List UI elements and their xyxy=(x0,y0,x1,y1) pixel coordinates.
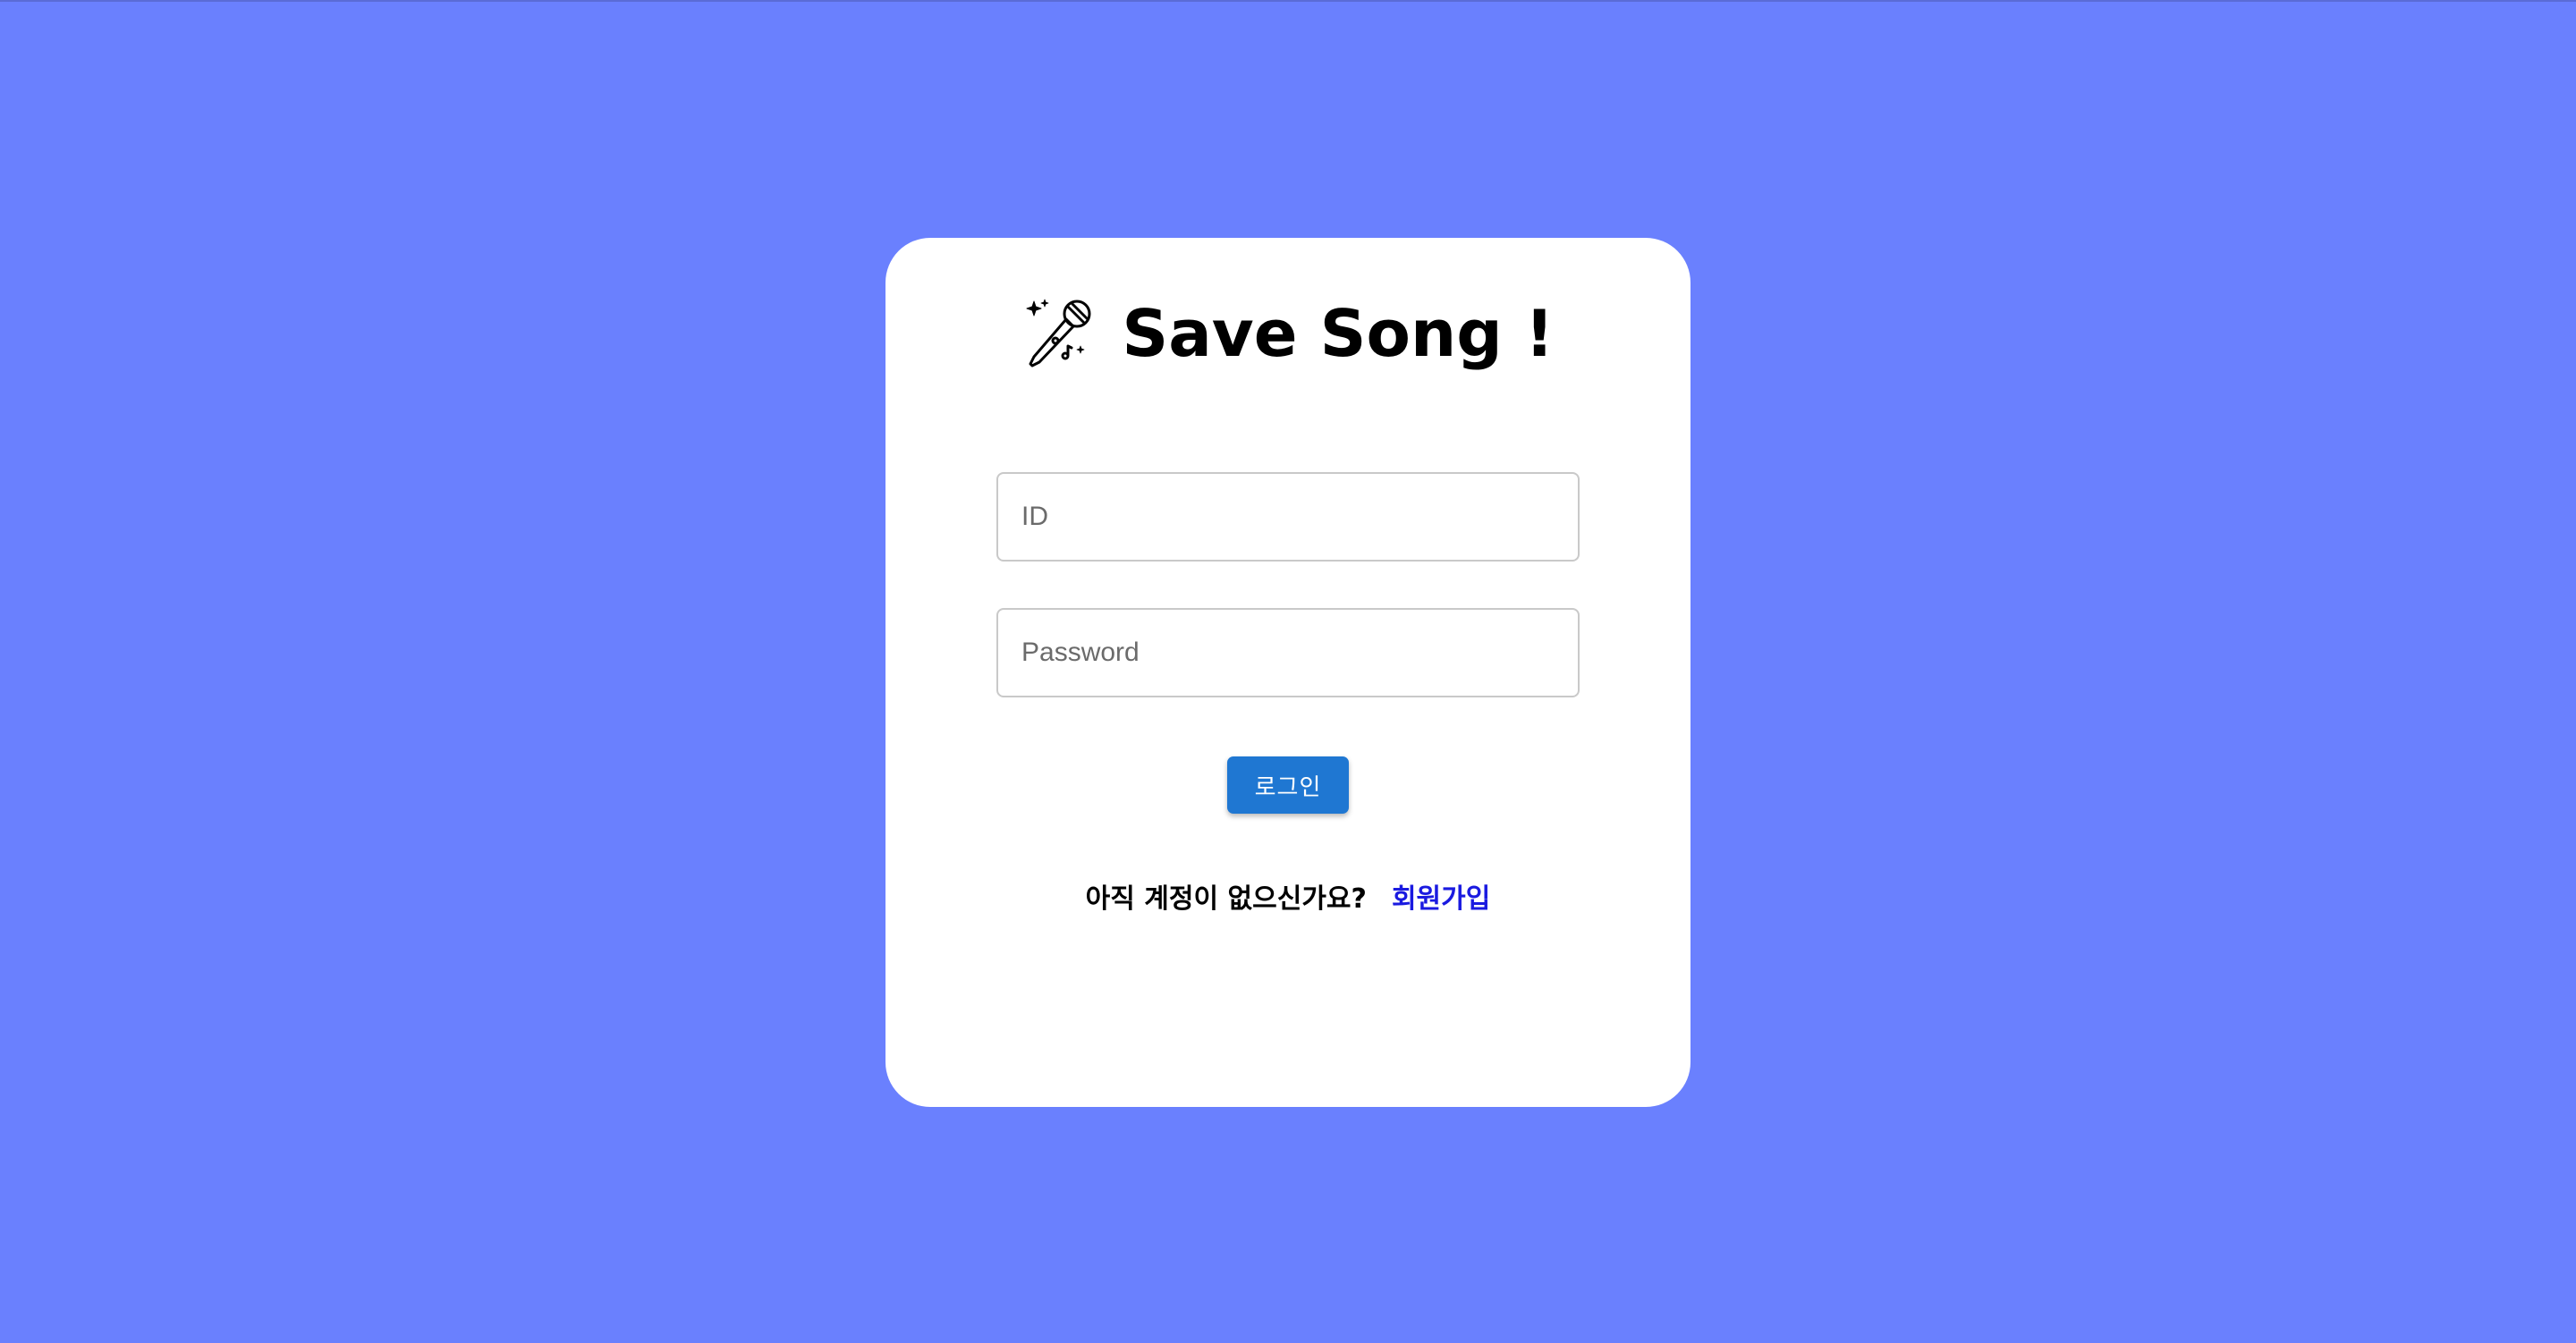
signup-prompt: 아직 계정이 없으신가요? xyxy=(1085,883,1367,915)
login-button[interactable]: 로그인 xyxy=(1227,756,1349,814)
title-row: Save Song ! xyxy=(886,284,1690,383)
signup-link[interactable]: 회원가입 xyxy=(1392,876,1490,916)
top-border xyxy=(0,0,2576,2)
microphone-icon xyxy=(1026,299,1091,367)
password-input[interactable] xyxy=(996,608,1580,697)
signup-row: 아직 계정이 없으신가요? 회원가입 xyxy=(886,876,1690,916)
login-card: Save Song ! 로그인 아직 계정이 없으신가요? 회원가입 xyxy=(886,238,1690,1107)
page-title: Save Song ! xyxy=(1122,296,1555,371)
id-input[interactable] xyxy=(996,472,1580,562)
